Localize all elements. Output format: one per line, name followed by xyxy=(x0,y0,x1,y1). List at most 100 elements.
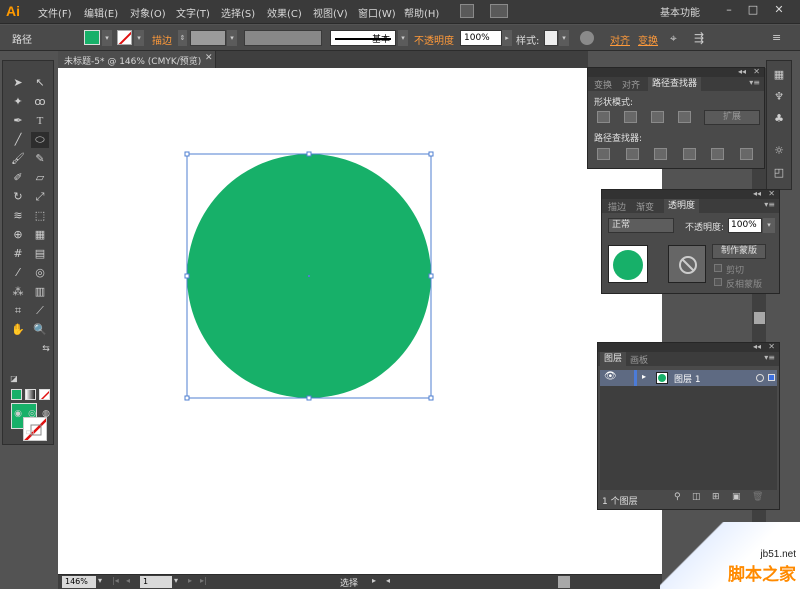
close-panel-icon[interactable]: ✕ xyxy=(753,67,760,76)
new-sublayer-icon[interactable]: ⊞ xyxy=(712,492,720,502)
divide-icon[interactable] xyxy=(597,148,610,160)
draw-inside-icon[interactable]: ◍ xyxy=(37,406,55,422)
invert-mask-checkbox[interactable] xyxy=(714,278,722,286)
tab-transparency[interactable]: 透明度 xyxy=(664,199,700,213)
mesh-tool-icon[interactable]: # xyxy=(9,246,27,262)
make-clipping-mask-icon[interactable]: ◫ xyxy=(692,492,701,502)
graphic-style-dropdown[interactable]: ▾ xyxy=(559,30,569,46)
prev-artboard-icon[interactable]: ◂ xyxy=(126,576,130,585)
collapse-panel-icon[interactable]: ◂◂ xyxy=(738,67,746,76)
tab-artboards[interactable]: 画板 xyxy=(630,353,648,366)
fill-color-swatch[interactable] xyxy=(84,30,100,45)
opacity-field[interactable]: 100% xyxy=(460,30,502,46)
pencil-tool-icon[interactable]: ✎ xyxy=(31,151,49,167)
close-document-icon[interactable]: ✕ xyxy=(205,53,213,63)
isolate-group-icon[interactable]: ⌖ xyxy=(670,31,677,46)
bridge-icon[interactable] xyxy=(460,4,474,18)
tab-stroke[interactable]: 描边 xyxy=(608,200,626,213)
zoom-dropdown-icon[interactable]: ▾ xyxy=(98,576,102,585)
magic-wand-tool-icon[interactable]: ✦ xyxy=(9,94,27,110)
trim-icon[interactable] xyxy=(626,148,639,160)
hand-tool-icon[interactable]: ✋ xyxy=(9,322,27,338)
stroke-dropdown-arrow[interactable]: ▾ xyxy=(134,30,144,46)
blend-tool-icon[interactable]: ◎ xyxy=(31,265,49,281)
unite-icon[interactable] xyxy=(597,111,610,123)
shape-builder-tool-icon[interactable]: ⊕ xyxy=(9,227,27,243)
control-bar-menu-icon[interactable]: ≡ xyxy=(772,31,781,44)
tab-pathfinder[interactable]: 路径查找器 xyxy=(648,77,702,91)
type-tool-icon[interactable]: T xyxy=(31,113,49,129)
stroke-weight-label[interactable]: 描边 xyxy=(152,32,172,47)
panel-menu-icon[interactable]: ▾≡ xyxy=(749,78,760,87)
document-tab[interactable]: 未标题-5* @ 146% (CMYK/预览) xyxy=(58,51,216,68)
menu-edit[interactable]: 编辑(E) xyxy=(84,5,118,20)
eraser-tool-icon[interactable]: ▱ xyxy=(31,170,49,186)
variable-width-profile[interactable] xyxy=(244,30,322,46)
exclude-icon[interactable] xyxy=(678,111,691,123)
recolor-artwork-icon[interactable] xyxy=(580,31,594,45)
delete-layer-icon[interactable]: 🗑 xyxy=(752,492,763,502)
visibility-eye-icon[interactable]: 👁 xyxy=(604,371,617,382)
collapse-panel-icon[interactable]: ◂◂ xyxy=(753,189,761,198)
make-mask-button[interactable]: 制作蒙版 xyxy=(712,244,766,259)
menu-view[interactable]: 视图(V) xyxy=(313,5,348,20)
collapse-panel-icon[interactable]: ◂◂ xyxy=(753,342,761,351)
tab-layers[interactable]: 图层 xyxy=(600,352,627,366)
blend-mode-select[interactable]: 正常 xyxy=(608,218,674,233)
selection-indicator-icon[interactable] xyxy=(768,374,775,381)
expand-layer-icon[interactable]: ▸ xyxy=(642,372,646,381)
warp-tool-icon[interactable]: ≋ xyxy=(9,208,27,224)
first-artboard-icon[interactable]: |◂ xyxy=(112,576,119,585)
workspace-switcher[interactable]: 基本功能 xyxy=(660,4,700,19)
stroke-color-swatch[interactable] xyxy=(117,30,132,45)
close-panel-icon[interactable]: ✕ xyxy=(768,342,775,351)
graphic-style-swatch[interactable] xyxy=(544,30,558,46)
merge-icon[interactable] xyxy=(654,148,667,160)
symbols-panel-icon[interactable]: ♣ xyxy=(770,111,788,127)
artwork[interactable] xyxy=(58,68,662,574)
menu-file[interactable]: 文件(F) xyxy=(38,5,72,20)
selection-tool-icon[interactable]: ➤ xyxy=(9,75,27,91)
artboard-dropdown-icon[interactable]: ▾ xyxy=(174,576,178,585)
none-mode-icon[interactable] xyxy=(39,389,50,400)
scale-tool-icon[interactable]: ⤢ xyxy=(31,189,49,205)
stroke-weight-dropdown[interactable]: ▾ xyxy=(227,30,237,46)
zoom-tool-icon[interactable]: 🔍 xyxy=(31,322,49,338)
pathfinder-panel-header[interactable]: ◂◂ ✕ xyxy=(588,67,764,77)
opacity-label[interactable]: 不透明度 xyxy=(414,32,454,47)
locate-object-icon[interactable]: ⚲ xyxy=(674,492,681,502)
default-fill-stroke-icon[interactable]: ◪ xyxy=(5,371,23,387)
artboard-number-field[interactable]: 1 xyxy=(140,576,172,588)
perspective-grid-tool-icon[interactable]: ▦ xyxy=(31,227,49,243)
panel-menu-icon[interactable]: ▾≡ xyxy=(764,200,775,209)
target-circle-icon[interactable] xyxy=(756,374,764,382)
zoom-field[interactable]: 146% xyxy=(62,576,96,588)
tab-align[interactable]: 对齐 xyxy=(622,78,640,91)
last-artboard-icon[interactable]: ▸| xyxy=(200,576,207,585)
symbol-sprayer-tool-icon[interactable]: ⁂ xyxy=(9,284,27,300)
crop-icon[interactable] xyxy=(683,148,696,160)
lasso-tool-icon[interactable]: ꝏ xyxy=(31,94,49,110)
stroke-weight-field[interactable] xyxy=(190,30,226,46)
artboard-tool-icon[interactable]: ⌗ xyxy=(9,303,27,319)
minus-back-icon[interactable] xyxy=(740,148,753,160)
tab-gradient[interactable]: 渐变 xyxy=(636,200,654,213)
color-panel-icon[interactable]: ▦ xyxy=(770,67,788,83)
free-transform-tool-icon[interactable]: ⬚ xyxy=(31,208,49,224)
layer-row[interactable]: 👁 ▸ 图层 1 xyxy=(600,370,777,386)
panel-menu-icon[interactable]: ▾≡ xyxy=(764,353,775,362)
line-tool-icon[interactable]: ╱ xyxy=(9,132,27,148)
horizontal-scroll-thumb[interactable] xyxy=(558,576,570,588)
next-artboard-icon[interactable]: ▸ xyxy=(188,576,192,585)
paintbrush-tool-icon[interactable]: 🖌 xyxy=(9,151,27,167)
tab-transform[interactable]: 变换 xyxy=(594,78,612,91)
gradient-tool-icon[interactable]: ▤ xyxy=(31,246,49,262)
close-panel-icon[interactable]: ✕ xyxy=(768,189,775,198)
color-mode-icon[interactable] xyxy=(11,389,22,400)
menu-window[interactable]: 窗口(W) xyxy=(358,5,396,20)
expand-button[interactable]: 扩展 xyxy=(704,110,760,125)
gradient-mode-icon[interactable] xyxy=(25,389,36,400)
opacity-dropdown[interactable]: ▾ xyxy=(763,218,775,233)
rotate-tool-icon[interactable]: ↻ xyxy=(9,189,27,205)
blob-brush-tool-icon[interactable]: ✐ xyxy=(9,170,27,186)
